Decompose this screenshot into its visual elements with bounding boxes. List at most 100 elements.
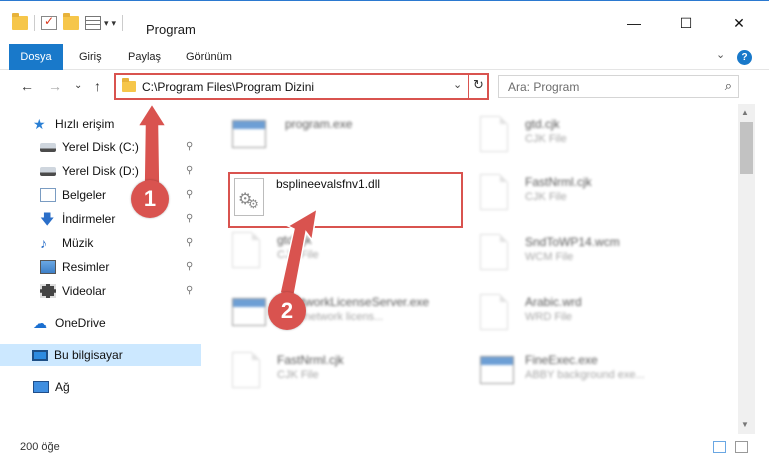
file-type: CJK File <box>525 191 567 203</box>
sidebar-item-label: Yerel Disk (D:) <box>62 164 139 178</box>
status-bar: 200 öğe <box>0 434 769 467</box>
scroll-up-icon[interactable]: ▲ <box>741 108 749 117</box>
maximize-button[interactable]: ☐ <box>676 15 696 32</box>
sidebar-item-this-pc[interactable]: Bu bilgisayar <box>0 344 201 366</box>
annotation-badge-2: 2 <box>268 292 306 330</box>
tab-file[interactable]: Dosya <box>9 44 63 70</box>
dll-gear-icon: ⚙ ⚙ <box>234 178 264 216</box>
sidebar-item-label: İndirmeler <box>62 212 116 226</box>
pin-icon[interactable]: ⚲ <box>186 165 193 176</box>
highlighted-dll-file[interactable]: ⚙ ⚙ bsplineevalsfnv1.dll <box>228 172 463 228</box>
sidebar-item-network[interactable]: Ağ <box>33 376 70 398</box>
back-button[interactable]: ← <box>20 78 34 94</box>
pin-icon[interactable]: ⚲ <box>186 237 193 248</box>
search-icon[interactable]: ⌕ <box>725 78 732 94</box>
sidebar-item-local-disk-c[interactable]: Yerel Disk (C:) <box>40 136 139 158</box>
up-button[interactable]: ↑ <box>94 78 101 94</box>
details-view-icon[interactable] <box>713 441 726 453</box>
file-icon <box>232 232 260 268</box>
scroll-down-icon[interactable]: ▼ <box>741 420 749 429</box>
toolbar-divider <box>34 15 35 31</box>
file-name: Arabic.wrd <box>525 295 582 309</box>
file-type: ABBY background exe... <box>525 369 645 381</box>
folder-icon <box>12 13 28 30</box>
forward-button[interactable]: → <box>48 78 62 94</box>
quick-access-toolbar: ▾ ▾ <box>12 13 124 31</box>
sidebar-item-label: Yerel Disk (C:) <box>62 140 139 154</box>
view-properties-icon[interactable] <box>85 16 101 30</box>
pin-icon[interactable]: ⚲ <box>186 189 193 200</box>
sidebar-item-quick-access[interactable]: ★ Hızlı erişim <box>33 113 114 135</box>
pin-icon[interactable]: ⚲ <box>186 261 193 272</box>
search-placeholder[interactable]: Ara: Program <box>508 80 579 94</box>
exe-file-icon <box>232 298 266 326</box>
address-bar[interactable]: C:\Program Files\Program Dizini ⌄ ↻ <box>114 73 489 100</box>
expand-ribbon-icon[interactable]: ⌄ <box>716 48 725 61</box>
sidebar-item-label: OneDrive <box>55 316 106 330</box>
exe-file-icon <box>480 356 514 384</box>
chevron-down-icon[interactable]: ▾ <box>104 18 109 29</box>
customize-toolbar-icon[interactable]: ▾ <box>112 18 117 29</box>
sidebar-item-label: Bu bilgisayar <box>54 348 123 362</box>
file-icon <box>480 294 508 330</box>
sidebar-item-label: Müzik <box>62 236 94 250</box>
scroll-thumb[interactable] <box>740 122 753 174</box>
file-icon <box>480 174 508 210</box>
close-button[interactable]: ✕ <box>729 15 749 32</box>
file-type: WRD File <box>525 311 573 323</box>
sidebar-item-downloads[interactable]: 🡇 İndirmeler <box>40 208 115 230</box>
sidebar-item-label: Ağ <box>55 380 70 394</box>
sidebar-item-music[interactable]: ♪ Müzik <box>40 232 93 254</box>
file-name: ...etworkLicenseServer.exe <box>285 295 430 309</box>
drive-icon <box>40 142 56 152</box>
pin-icon[interactable]: ⚲ <box>186 141 193 152</box>
file-type: WCM File <box>525 251 574 263</box>
vertical-scrollbar[interactable]: ▲ ▼ <box>738 104 755 434</box>
drive-icon <box>40 166 56 176</box>
file-icon <box>232 352 260 388</box>
sidebar-item-local-disk-d[interactable]: Yerel Disk (D:) <box>40 160 139 182</box>
search-box[interactable]: Ara: Program ⌕ <box>498 75 739 98</box>
file-type: CJK File <box>277 369 319 381</box>
title-bar: ▾ ▾ Program — ☐ ✕ <box>0 0 769 44</box>
ribbon-tabs: Dosya Giriş Paylaş Görünüm ⌄ <box>0 44 769 70</box>
item-count: 200 öğe <box>20 441 60 453</box>
annotation-badge-1: 1 <box>131 180 169 218</box>
sidebar-item-label: Resimler <box>62 260 110 274</box>
new-folder-icon[interactable] <box>63 13 79 30</box>
file-name: program.exe <box>285 117 353 131</box>
sidebar-item-label: Videolar <box>62 284 106 298</box>
file-name: FineExec.exe <box>525 353 598 367</box>
file-name: gtd.cjk <box>277 233 312 247</box>
dll-file-name: bsplineevalsfnv1.dll <box>276 177 381 191</box>
file-icon <box>480 116 508 152</box>
sidebar-item-pictures[interactable]: Resimler <box>40 256 109 278</box>
toolbar-divider <box>122 15 124 31</box>
sidebar-item-onedrive[interactable]: ☁ OneDrive <box>33 312 106 334</box>
star-icon: ★ <box>33 116 46 132</box>
address-dropdown-icon[interactable]: ⌄ <box>453 78 462 91</box>
address-divider <box>468 75 469 98</box>
file-icon <box>480 234 508 270</box>
sidebar-item-label: Hızlı erişim <box>55 117 115 131</box>
sidebar-item-documents[interactable]: Belgeler <box>40 184 106 206</box>
pin-icon[interactable]: ⚲ <box>186 213 193 224</box>
help-button[interactable]: ? <box>737 50 752 65</box>
large-icons-view-icon[interactable] <box>735 441 748 453</box>
pictures-icon <box>40 260 56 274</box>
tab-home[interactable]: Giriş <box>79 44 102 70</box>
pin-icon[interactable]: ⚲ <box>186 285 193 296</box>
address-path[interactable]: C:\Program Files\Program Dizini <box>142 80 314 94</box>
folder-icon <box>122 78 136 92</box>
sidebar-item-videos[interactable]: Videolar <box>40 280 106 302</box>
navigation-pane: ★ Hızlı erişim Yerel Disk (C:) ⚲ Yerel D… <box>0 104 205 434</box>
properties-check-icon[interactable] <box>41 14 57 30</box>
refresh-button[interactable]: ↻ <box>473 77 484 93</box>
tab-view[interactable]: Görünüm <box>186 44 232 70</box>
file-name: SndToWP14.wcm <box>525 235 620 249</box>
minimize-button[interactable]: — <box>624 15 644 31</box>
file-name: gtd.cjk <box>525 117 560 131</box>
this-pc-icon <box>32 349 48 361</box>
tab-share[interactable]: Paylaş <box>128 44 161 70</box>
recent-locations-button[interactable]: ⌄ <box>74 80 82 91</box>
